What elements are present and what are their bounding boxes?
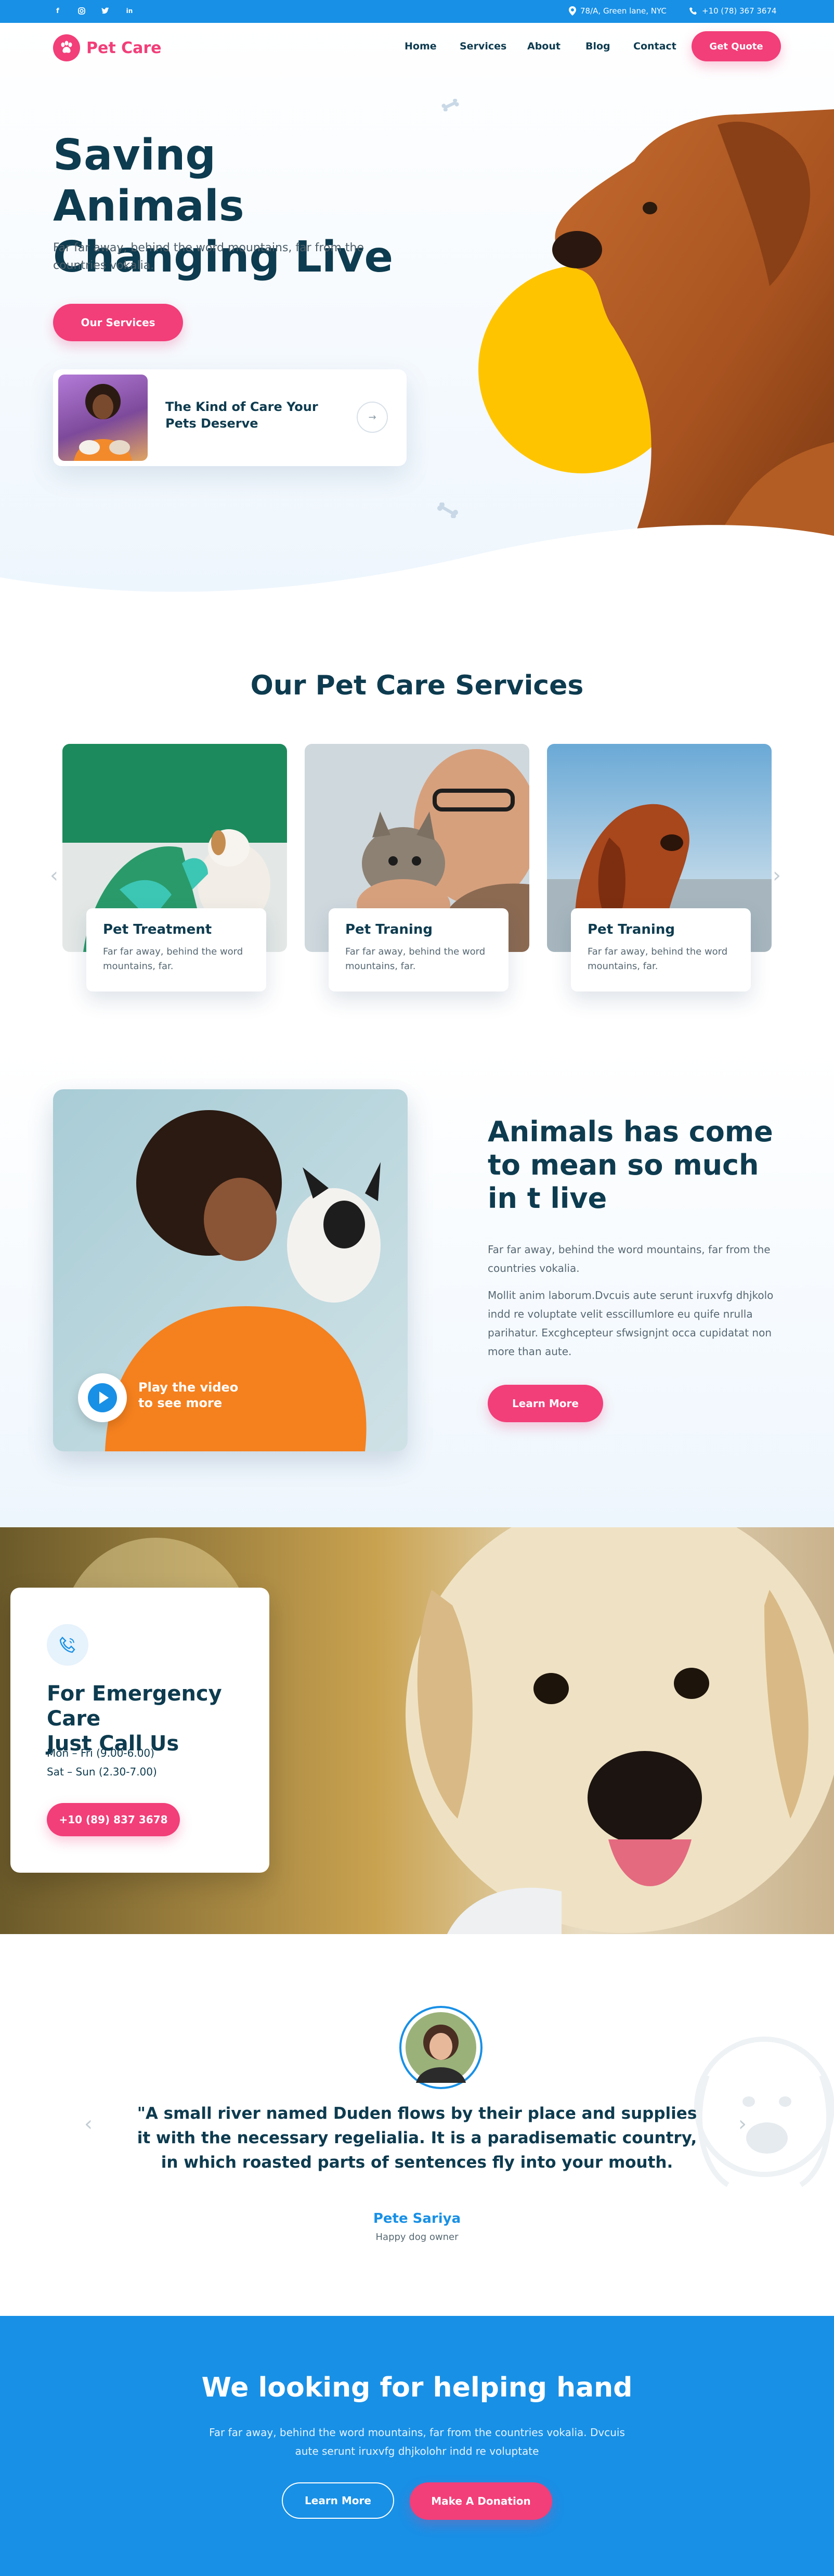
nav-contact[interactable]: Contact	[633, 41, 676, 52]
facebook-icon[interactable]: f	[52, 5, 63, 17]
map-pin-icon	[569, 6, 576, 16]
phone-icon	[689, 7, 697, 15]
paw-icon	[53, 34, 80, 61]
hero-card-title: The Kind of Care Your Pets Deserve	[165, 400, 318, 431]
make-donation-button[interactable]: Make A Donation	[410, 2482, 552, 2520]
about-title: Animals has come to mean so much in t li…	[488, 1115, 773, 1215]
nav-home[interactable]: Home	[405, 41, 437, 52]
chevron-right-icon[interactable]: ›	[773, 864, 781, 887]
about-learn-more-button[interactable]: Learn More	[488, 1385, 603, 1422]
hero-subtitle: Far far away, behind the word mountains,…	[53, 241, 364, 272]
phone-call-icon	[47, 1624, 88, 1666]
play-video-button[interactable]	[78, 1373, 127, 1422]
emergency-phone-button[interactable]: +10 (89) 837 3678	[47, 1803, 180, 1836]
chevron-left-icon[interactable]: ‹	[84, 2112, 93, 2136]
cta-text: Far far away, behind the word mountains,…	[209, 2426, 625, 2457]
address-info: 78/A, Green lane, NYC	[569, 6, 667, 16]
emergency-hours: Mon – Fri (9.00-6.00) Sat – Sun (2.30-7.…	[47, 1747, 157, 1778]
woman-with-pets-image	[58, 375, 148, 461]
service-title: Pet Treatment	[103, 922, 212, 937]
chevron-left-icon[interactable]: ‹	[50, 864, 58, 887]
testimonial-quote: "A small river named Duden flows by thei…	[137, 2104, 697, 2172]
twitter-icon[interactable]	[100, 5, 111, 17]
testimonial-role: Happy dog owner	[375, 2232, 459, 2243]
brand-name: Pet Care	[86, 38, 162, 57]
instagram-icon[interactable]	[76, 5, 87, 17]
chevron-right-icon[interactable]: ›	[738, 2112, 747, 2136]
hero-dog-image	[478, 109, 834, 536]
brand-logo[interactable]: Pet Care	[53, 34, 162, 61]
cta-title: We looking for helping hand	[201, 2372, 633, 2403]
service-desc: Far far away, behind the word mountains,…	[588, 946, 728, 972]
testimonial-name: Pete Sariya	[373, 2211, 461, 2226]
emergency-card: For Emergency Care Just Call Us Mon – Fr…	[10, 1588, 269, 1873]
service-title: Pet Traning	[588, 922, 675, 937]
hero-feature-card[interactable]: The Kind of Care Your Pets Deserve →	[53, 369, 407, 466]
service-desc: Far far away, behind the word mountains,…	[103, 946, 243, 972]
hero-wave	[0, 525, 834, 598]
phone-info[interactable]: +10 (78) 367 3674	[689, 6, 777, 16]
play-icon	[88, 1383, 117, 1412]
service-card-treatment[interactable]: Pet Treatment Far far away, behind the w…	[86, 908, 266, 991]
our-services-button[interactable]: Our Services	[53, 304, 183, 341]
address-text: 78/A, Green lane, NYC	[580, 6, 667, 16]
arrow-icon[interactable]: →	[357, 402, 388, 433]
play-video-label[interactable]: Play the video to see more	[138, 1380, 238, 1411]
about-paragraph-2: Mollit anim laborum.Dvcuis aute serunt i…	[488, 1289, 774, 1358]
linkedin-icon[interactable]: in	[124, 5, 135, 17]
cta-learn-more-button[interactable]: Learn More	[282, 2482, 394, 2519]
service-card-training-2[interactable]: Pet Traning Far far away, behind the wor…	[571, 908, 751, 991]
service-title: Pet Traning	[345, 922, 433, 937]
nav-blog[interactable]: Blog	[585, 41, 610, 52]
get-quote-button[interactable]: Get Quote	[692, 31, 781, 61]
avatar	[399, 2006, 483, 2089]
nav-about[interactable]: About	[527, 41, 561, 52]
services-title: Our Pet Care Services	[250, 670, 584, 701]
phone-text: +10 (78) 367 3674	[702, 6, 777, 16]
service-desc: Far far away, behind the word mountains,…	[345, 946, 486, 972]
nav-services[interactable]: Services	[460, 41, 506, 52]
about-paragraph-1: Far far away, behind the word mountains,…	[488, 1243, 771, 1274]
service-card-training[interactable]: Pet Traning Far far away, behind the wor…	[329, 908, 509, 991]
